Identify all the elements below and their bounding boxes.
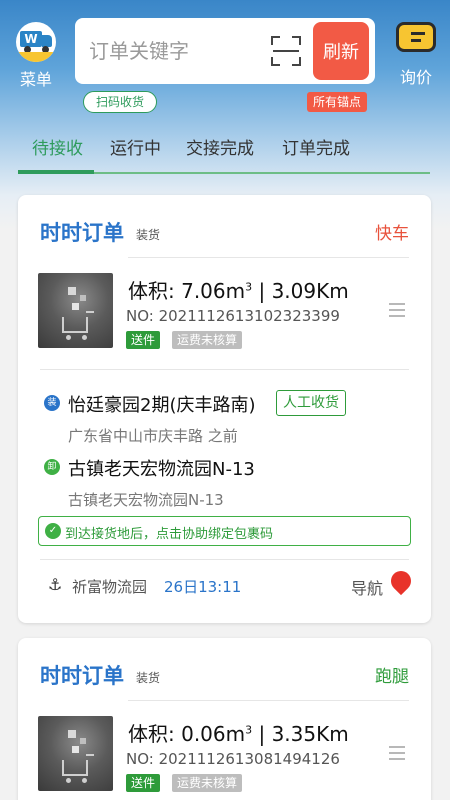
load-address-name: 怡廷豪园2期(庆丰路南) [68,395,256,416]
order-card[interactable]: 时时订单 装货 快车 体积: 7.06m3 | 3.09Km NO: 20211… [18,195,431,623]
volume-distance: 体积: 0.06m3 | 3.35Km [128,722,349,746]
scan-receive-button[interactable]: 扫码收货 [83,91,158,113]
navigate-button[interactable]: 导航 [351,575,383,599]
bind-parcel-tip[interactable]: ✓ 到达接货地后，点击协助绑定包裹码 [38,516,411,546]
send-badge: 送件 [126,331,161,349]
load-address-detail: 广东省中山市庆丰路 之前 [68,427,238,445]
send-badge: 送件 [126,774,161,792]
unload-pin-icon: 卸 [44,459,60,475]
order-title: 时时订单 [40,221,124,245]
anchor-icon: ⚓ [48,575,63,594]
order-number: NO: 20211126130814941​26 [126,750,340,768]
tab-pending[interactable]: 待接收 [32,134,83,159]
tab-running[interactable]: 运行中 [110,134,161,159]
volume-distance: 体积: 7.06m3 | 3.09Km [128,279,349,303]
tab-handover-done[interactable]: 交接完成 [186,134,254,159]
truck-logo-icon: W [16,22,56,62]
menu-label: 菜单 [19,70,52,89]
unload-address-name: 古镇老天宏物流园N-13 [68,459,255,480]
parcel-thumbnail[interactable] [38,273,113,348]
order-type: 快车 [375,224,409,244]
tab-active-indicator [18,170,94,174]
divider [128,257,409,258]
load-tag: 装货 [136,228,161,242]
fee-status-badge: 运费未核算 [172,774,243,792]
load-pin-icon: 装 [44,395,60,411]
order-title: 时时订单 [40,664,124,688]
hamburger-icon[interactable] [389,303,405,317]
divider [40,559,409,560]
inquiry-button[interactable]: 询价 [388,22,444,90]
load-tag: 装货 [136,671,161,685]
order-type: 跑腿 [375,667,409,687]
check-circle-icon: ✓ [45,523,61,539]
order-time: 26日13:11 [164,578,242,596]
tab-order-done[interactable]: 订单完成 [282,134,350,159]
logistics-park: 祈富物流园 [72,578,148,596]
scan-icon[interactable] [271,36,301,66]
manual-receive-button[interactable]: 人工收货 [276,390,346,416]
parcel-thumbnail[interactable] [38,716,113,791]
search-input[interactable] [89,32,259,70]
hamburger-icon[interactable] [389,746,405,760]
order-card[interactable]: 时时订单 装货 跑腿 体积: 0.06m3 | 3.35Km NO: 20211… [18,638,431,800]
menu-button[interactable]: W 菜单 [12,22,60,90]
divider [40,369,409,370]
location-pin-icon[interactable] [386,566,416,596]
fee-status-badge: 运费未核算 [172,331,243,349]
divider [128,700,409,701]
unload-address-detail: 古镇老天宏物流园N-13 [68,491,224,509]
order-number: NO: 20211126131023233​99 [126,307,340,325]
chat-bubble-icon [396,22,436,52]
all-anchors-button[interactable]: 所有锚点 [307,92,368,112]
order-tabs: 待接收 运行中 交接完成 订单完成 [18,124,430,174]
inquiry-label: 询价 [399,68,432,87]
search-box: 刷新 [75,18,375,84]
refresh-button[interactable]: 刷新 [313,22,369,80]
